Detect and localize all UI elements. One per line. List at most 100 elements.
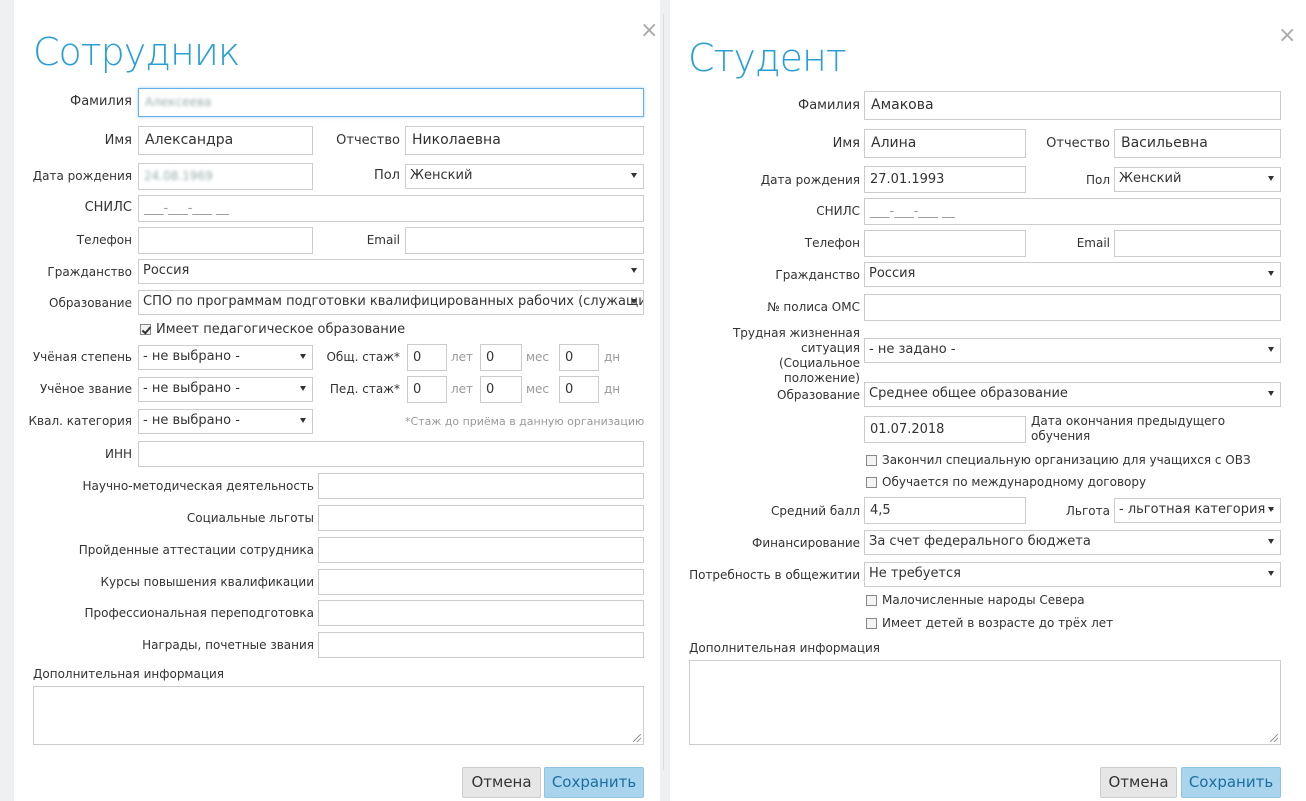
name-input[interactable]: Александра [138,126,313,155]
attestations-input[interactable] [318,537,644,563]
social-benefits-label: Социальные льготы [186,511,314,525]
children-checkbox[interactable]: Имеет детей в возрасте до трёх лет [866,616,1113,630]
chevron-down-icon [631,268,637,273]
gender-select[interactable]: Женский [1114,167,1281,192]
children-checkbox-label: Имеет детей в возрасте до трёх лет [882,616,1114,630]
hard-situation-label: Трудная жизненная ситуация (Социальное п… [732,326,860,385]
chevron-down-icon [300,418,306,423]
avg-score-input[interactable]: 4,5 [864,497,1026,524]
birth-date-input[interactable]: 24.08.1969 [138,163,313,190]
checkbox-icon[interactable] [866,617,877,629]
chevron-down-icon [300,354,306,359]
ped-exp-years-input[interactable]: 0 [407,376,447,403]
rank-select[interactable]: - не выбрано - [138,377,313,402]
north-peoples-checkbox-label: Малочисленные народы Севера [882,593,1085,607]
courses-input[interactable] [318,569,644,595]
citizenship-select[interactable]: Россия [138,259,644,284]
education-label: Образование [777,388,860,402]
rank-label: Учёное звание [39,382,132,396]
prev-end-date-input[interactable]: 01.07.2018 [864,416,1026,443]
email-label: Email [366,233,400,247]
intl-agreement-checkbox[interactable]: Обучается по международному договору [866,475,1146,489]
retraining-input[interactable] [318,600,644,626]
cancel-button[interactable]: Отмена [1100,767,1177,798]
resize-grip-icon[interactable] [633,734,641,742]
checkbox-icon[interactable] [866,476,877,488]
snils-label: СНИЛС [84,200,132,215]
checkbox-checked-icon[interactable] [140,324,151,335]
ped-exp-days-input[interactable]: 0 [559,376,599,403]
save-button[interactable]: Сохранить [1181,767,1281,798]
education-select[interactable]: СПО по программам подготовки квалифициро… [138,290,644,315]
ped-education-checkbox-label: Имеет педагогическое образование [156,322,406,337]
degree-label: Учёная степень [32,350,132,364]
research-label: Научно-методическая деятельность [82,479,314,493]
birth-date-input[interactable]: 27.01.1993 [864,166,1026,193]
education-label: Образование [49,296,132,310]
phone-input[interactable] [864,230,1026,257]
total-exp-months-input[interactable]: 0 [480,344,522,371]
degree-select[interactable]: - не выбрано - [138,345,313,370]
avg-score-label: Средний балл [770,504,860,518]
chevron-down-icon [1268,271,1274,276]
benefit-label: Льгота [1065,504,1110,518]
surname-input[interactable]: Амакова [864,91,1281,120]
checkbox-icon[interactable] [866,594,877,606]
patronymic-label: Отчество [336,133,400,148]
ped-exp-label: Пед. стаж* [329,382,400,396]
phone-input[interactable] [138,227,313,254]
surname-label: Фамилия [70,94,132,109]
north-peoples-checkbox[interactable]: Малочисленные народы Севера [866,593,1085,607]
chevron-down-icon [300,386,306,391]
chevron-down-icon [1268,391,1274,396]
ped-education-checkbox[interactable]: Имеет педагогическое образование [140,322,405,337]
social-benefits-input[interactable] [318,505,644,531]
research-input[interactable] [318,473,644,499]
awards-input[interactable] [318,632,644,658]
cancel-button[interactable]: Отмена [462,767,541,798]
snils-input[interactable]: ___-___-___ __ [138,195,644,222]
snils-input[interactable]: ___-___-___ __ [864,198,1281,225]
attestations-label: Пройденные аттестации сотрудника [78,543,314,557]
email-label: Email [1076,236,1110,250]
close-icon[interactable]: × [1278,25,1296,47]
financing-select[interactable]: За счет федерального бюджета [864,530,1281,555]
ovz-checkbox[interactable]: Закончил специальную организацию для уча… [866,453,1251,467]
patronymic-input[interactable]: Васильевна [1114,129,1281,158]
surname-input[interactable]: Алексеева [138,88,644,117]
prev-end-date-label: Дата окончания предыдущего обучения [1031,414,1226,443]
total-exp-years-input[interactable]: 0 [407,344,447,371]
chevron-down-icon [1268,507,1274,512]
name-label: Имя [832,136,860,151]
financing-label: Финансирование [752,536,860,550]
days-unit: дн [604,382,621,396]
email-input[interactable] [405,227,644,254]
citizenship-select[interactable]: Россия [864,262,1281,287]
resize-grip-icon[interactable] [1270,734,1278,742]
snils-label: СНИЛС [816,204,860,218]
gender-select[interactable]: Женский [405,164,644,189]
education-select[interactable]: Среднее общее образование [864,382,1281,407]
inn-label: ИНН [104,447,132,461]
hard-situation-select[interactable]: - не задано - [864,338,1281,363]
years-unit: лет [451,350,474,364]
months-unit: мес [526,382,550,396]
patronymic-input[interactable]: Николаевна [405,126,644,155]
courses-label: Курсы повышения квалификации [100,575,314,589]
additional-info-textarea[interactable] [689,660,1281,745]
additional-info-textarea[interactable] [33,686,644,745]
checkbox-icon[interactable] [866,454,877,466]
save-button[interactable]: Сохранить [544,767,644,798]
name-input[interactable]: Алина [864,129,1026,158]
inn-input[interactable] [138,441,644,467]
gender-label: Пол [1085,173,1110,187]
total-exp-days-input[interactable]: 0 [559,344,599,371]
email-input[interactable] [1114,230,1281,257]
dormitory-select[interactable]: Не требуется [864,562,1281,587]
benefit-select[interactable]: - льготная категория - [1114,498,1281,523]
patronymic-label: Отчество [1046,136,1110,151]
oms-input[interactable] [864,294,1281,321]
ped-exp-months-input[interactable]: 0 [480,376,522,403]
close-icon[interactable]: × [640,20,658,42]
qual-category-select[interactable]: - не выбрано - [138,409,313,434]
